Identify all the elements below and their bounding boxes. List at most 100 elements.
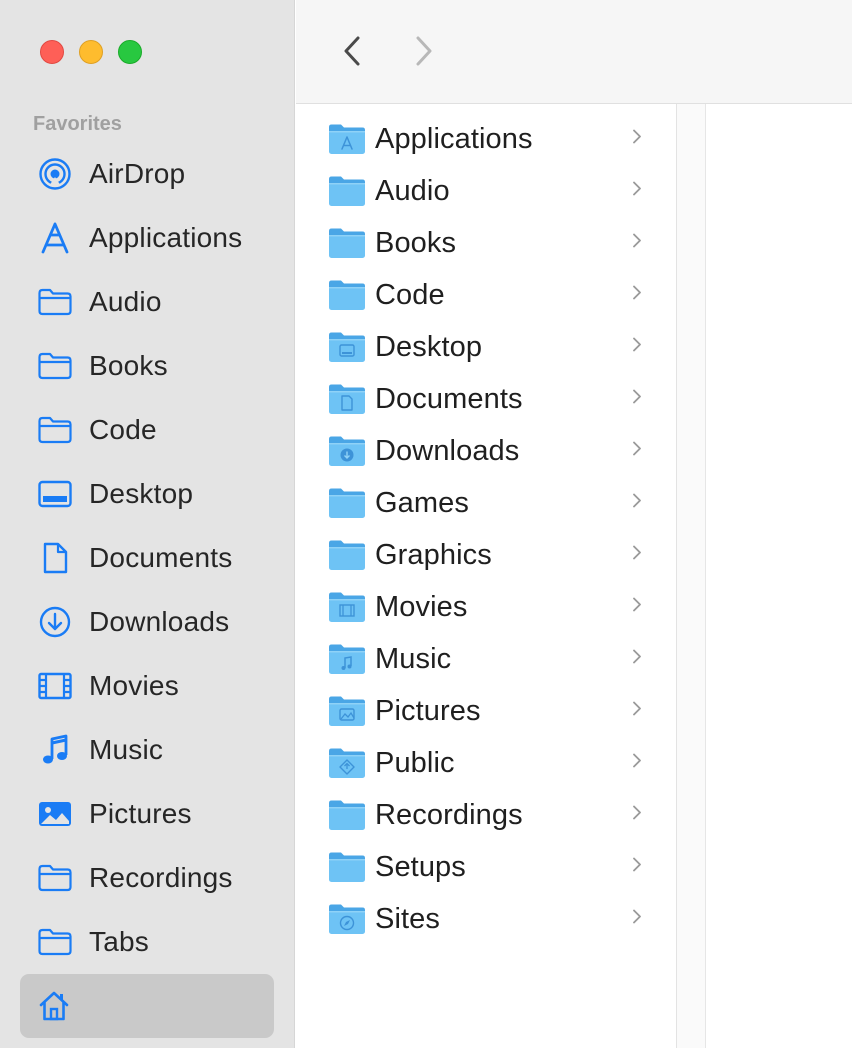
sidebar-item-applications[interactable]: Applications bbox=[0, 206, 295, 270]
folder-icon bbox=[327, 850, 367, 884]
folder-row-sites[interactable]: Sites bbox=[296, 893, 676, 945]
folder-icon bbox=[327, 798, 367, 832]
sidebar-item-code[interactable]: Code bbox=[0, 398, 295, 462]
folder-icon bbox=[327, 642, 367, 676]
sidebar-favorites-list: AirDrop Applications Audio Books Code Desktop… bbox=[0, 142, 295, 974]
folder-icon bbox=[327, 226, 367, 260]
folder-name: Graphics bbox=[375, 538, 492, 571]
folder-row-recordings[interactable]: Recordings bbox=[296, 789, 676, 841]
sidebar-item-airdrop[interactable]: AirDrop bbox=[0, 142, 295, 206]
folder-icon bbox=[327, 174, 367, 208]
folder-name: Pictures bbox=[375, 694, 481, 727]
sidebar-item-label: Downloads bbox=[89, 606, 230, 637]
file-column: Applications Audio Books Code Desktop Documen… bbox=[296, 104, 677, 1048]
folder-list: Applications Audio Books Code Desktop Documen… bbox=[296, 113, 676, 945]
folder-row-desktop[interactable]: Desktop bbox=[296, 321, 676, 373]
sidebar-item-documents[interactable]: Documents bbox=[0, 526, 295, 590]
folder-icon bbox=[37, 860, 73, 896]
desktop-icon bbox=[37, 476, 73, 512]
chevron-right-icon bbox=[632, 545, 642, 566]
chevron-right-icon bbox=[416, 36, 432, 66]
folder-name: Recordings bbox=[375, 798, 523, 831]
folder-icon bbox=[327, 590, 367, 624]
folder-name: Games bbox=[375, 486, 469, 519]
music-note-icon bbox=[37, 732, 73, 768]
chevron-right-icon bbox=[632, 129, 642, 150]
folder-icon bbox=[37, 348, 73, 384]
sidebar-item-downloads[interactable]: Downloads bbox=[0, 590, 295, 654]
photo-icon bbox=[37, 796, 73, 832]
sidebar-item-pictures[interactable]: Pictures bbox=[0, 782, 295, 846]
folder-icon bbox=[37, 924, 73, 960]
folder-row-audio[interactable]: Audio bbox=[296, 165, 676, 217]
close-window-button[interactable] bbox=[40, 40, 64, 64]
folder-name: Documents bbox=[375, 382, 523, 415]
film-icon bbox=[37, 668, 73, 704]
chevron-right-icon bbox=[632, 389, 642, 410]
sidebar-item-label: Books bbox=[89, 350, 168, 381]
sidebar-item-desktop[interactable]: Desktop bbox=[0, 462, 295, 526]
chevron-right-icon bbox=[632, 805, 642, 826]
folder-icon bbox=[327, 902, 367, 936]
folder-row-music[interactable]: Music bbox=[296, 633, 676, 685]
folder-name: Music bbox=[375, 642, 452, 675]
chevron-right-icon bbox=[632, 753, 642, 774]
download-icon bbox=[37, 604, 73, 640]
folder-name: Movies bbox=[375, 590, 468, 623]
folder-row-setups[interactable]: Setups bbox=[296, 841, 676, 893]
sidebar-item-label: Audio bbox=[89, 286, 162, 317]
folder-row-public[interactable]: Public bbox=[296, 737, 676, 789]
sidebar-item-label: Movies bbox=[89, 670, 179, 701]
sidebar-item-movies[interactable]: Movies bbox=[0, 654, 295, 718]
folder-name: Setups bbox=[375, 850, 466, 883]
folder-row-games[interactable]: Games bbox=[296, 477, 676, 529]
empty-column bbox=[677, 104, 706, 1048]
sidebar-item-recordings[interactable]: Recordings bbox=[0, 846, 295, 910]
chevron-right-icon bbox=[632, 493, 642, 514]
sidebar-item-tabs[interactable]: Tabs bbox=[0, 910, 295, 974]
folder-row-downloads[interactable]: Downloads bbox=[296, 425, 676, 477]
sidebar-item-label: Documents bbox=[89, 542, 233, 573]
chevron-right-icon bbox=[632, 441, 642, 462]
folder-icon bbox=[327, 538, 367, 572]
sidebar-item-label: Recordings bbox=[89, 862, 233, 893]
folder-icon bbox=[327, 122, 367, 156]
folder-icon bbox=[327, 382, 367, 416]
airdrop-icon bbox=[37, 156, 73, 192]
sidebar-item-books[interactable]: Books bbox=[0, 334, 295, 398]
folder-name: Audio bbox=[375, 174, 450, 207]
chevron-right-icon bbox=[632, 285, 642, 306]
folder-icon bbox=[327, 694, 367, 728]
sidebar-item-audio[interactable]: Audio bbox=[0, 270, 295, 334]
folder-row-movies[interactable]: Movies bbox=[296, 581, 676, 633]
sidebar-item-label: AirDrop bbox=[89, 158, 186, 189]
sidebar-item-home[interactable] bbox=[20, 974, 274, 1038]
folder-row-books[interactable]: Books bbox=[296, 217, 676, 269]
folder-row-graphics[interactable]: Graphics bbox=[296, 529, 676, 581]
sidebar-item-label: Desktop bbox=[89, 478, 194, 509]
sidebar-item-music[interactable]: Music bbox=[0, 718, 295, 782]
forward-button[interactable] bbox=[406, 32, 442, 70]
chevron-right-icon bbox=[632, 909, 642, 930]
minimize-window-button[interactable] bbox=[79, 40, 103, 64]
folder-name: Public bbox=[375, 746, 455, 779]
chevron-right-icon bbox=[632, 857, 642, 878]
folder-name: Downloads bbox=[375, 434, 520, 467]
folder-row-applications[interactable]: Applications bbox=[296, 113, 676, 165]
toolbar bbox=[296, 0, 852, 104]
folder-row-pictures[interactable]: Pictures bbox=[296, 685, 676, 737]
home-icon bbox=[36, 988, 72, 1024]
chevron-right-icon bbox=[632, 649, 642, 670]
zoom-window-button[interactable] bbox=[118, 40, 142, 64]
sidebar: Favorites AirDrop Applications Audio Books C… bbox=[0, 0, 295, 1048]
chevron-right-icon bbox=[632, 701, 642, 722]
folder-name: Books bbox=[375, 226, 457, 259]
folder-row-code[interactable]: Code bbox=[296, 269, 676, 321]
folder-name: Code bbox=[375, 278, 445, 311]
window-controls bbox=[40, 40, 142, 64]
folder-icon bbox=[37, 284, 73, 320]
folder-name: Applications bbox=[375, 122, 533, 155]
folder-row-documents[interactable]: Documents bbox=[296, 373, 676, 425]
folder-name: Desktop bbox=[375, 330, 483, 363]
back-button[interactable] bbox=[334, 32, 370, 70]
